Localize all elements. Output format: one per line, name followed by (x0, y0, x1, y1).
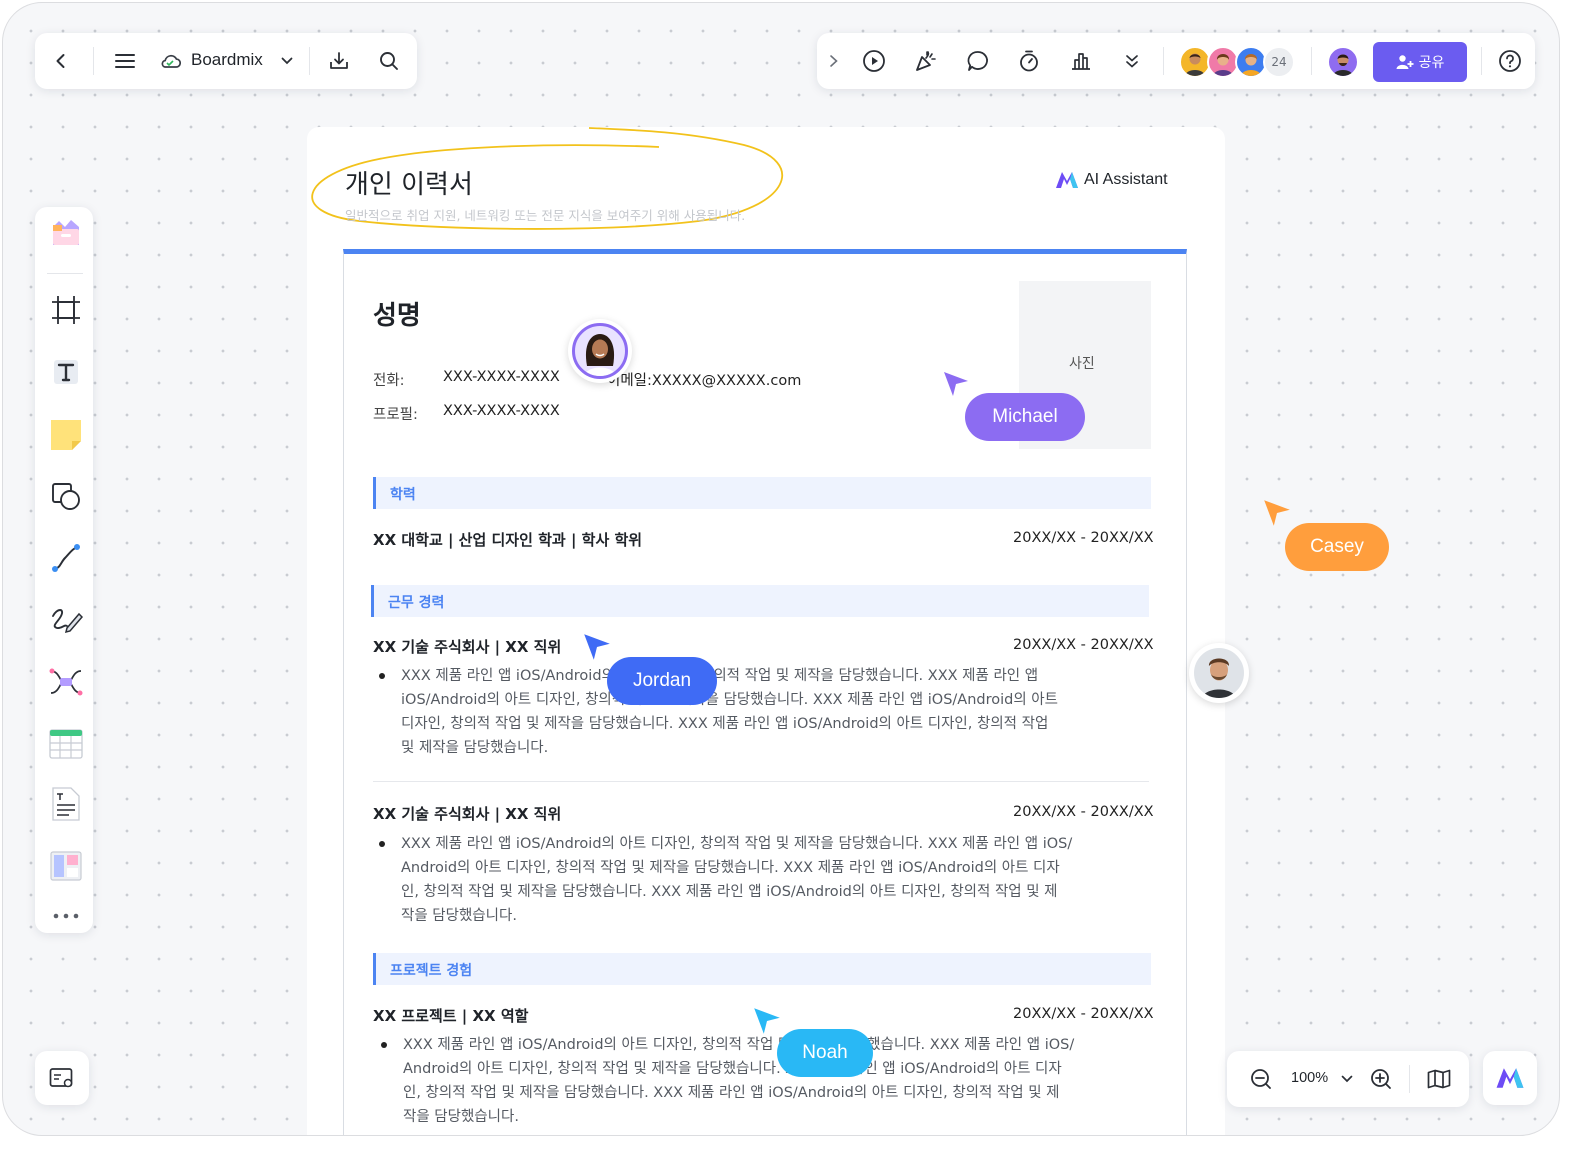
section-project[interactable]: 프로젝트 경험 (373, 953, 1151, 985)
section-education[interactable]: 학력 (373, 477, 1151, 509)
chevron-down-icon[interactable] (1339, 1071, 1355, 1087)
profile-value[interactable]: XXX-XXXX-XXXX (443, 403, 560, 419)
back-icon[interactable] (45, 45, 77, 77)
project1-description[interactable]: XXX 제품 라인 앱 iOS/Android의 아트 디자인, 창의적 작업 … (403, 1033, 1145, 1129)
email-value[interactable]: 이메일:XXXXX@XXXXX.com (607, 369, 801, 390)
share-label: 공유 (1418, 55, 1445, 71)
cursor-arrow-icon (584, 634, 610, 660)
current-user-avatar[interactable] (1327, 46, 1359, 78)
play-icon[interactable] (859, 46, 889, 76)
doc-title[interactable]: 개인 이력서 (345, 164, 473, 201)
collaborator-label-jordan: Jordan (607, 657, 717, 705)
work2-date: 20XX/XX - 20XX/XX (1013, 804, 1154, 820)
text-icon[interactable] (47, 353, 85, 391)
text-line: 및 제작을 담당했습니다. (401, 740, 549, 756)
collaborator-label-michael: Michael (965, 393, 1085, 441)
zoom-in-icon[interactable] (1367, 1065, 1395, 1093)
text-line: Android의 아트 디자인, 창의적 작업 및 제작을 담당했습니다. XX… (403, 1061, 1062, 1077)
work1-title[interactable]: XX 기술 주식회사 | XX 직위 (373, 636, 561, 657)
text-line: Android의 아트 디자인, 창의적 작업 및 제작을 담당했습니다. XX… (401, 860, 1060, 876)
work1-date: 20XX/XX - 20XX/XX (1013, 637, 1154, 653)
section-work-title: 근무 경력 (388, 595, 445, 611)
ai-button[interactable] (1483, 1051, 1537, 1105)
work1-description[interactable]: XXX 제품 라인 앱 iOS/Android의 아트 디자인, 창의적 작업 … (401, 664, 1143, 760)
document-icon[interactable] (47, 785, 85, 823)
comment-icon[interactable] (963, 46, 993, 76)
shape-icon[interactable] (47, 477, 85, 515)
table-icon[interactable] (47, 725, 85, 763)
phone-label: 전화: (373, 373, 405, 389)
text-line: XXX 제품 라인 앱 iOS/Android의 아트 디자인, 창의적 작업 … (401, 668, 1039, 684)
work2-title[interactable]: XX 기술 주식회사 | XX 직위 (373, 803, 561, 824)
chevron-down-icon[interactable] (279, 53, 295, 69)
ai-assistant-button[interactable]: AI Assistant (1055, 167, 1168, 193)
doc-subtitle: 일반적으로 취업 지원, 네트워킹 또는 전문 지식을 보여주기 위해 사용됩니… (345, 208, 746, 223)
help-icon[interactable] (1495, 46, 1525, 76)
zoom-level[interactable]: 100% (1291, 1070, 1328, 1086)
bullet (381, 1042, 387, 1048)
ai-logo-icon (1496, 1068, 1524, 1088)
zoom-panel: 100% (1227, 1051, 1469, 1107)
work2-description[interactable]: XXX 제품 라인 앱 iOS/Android의 아트 디자인, 창의적 작업 … (401, 832, 1143, 928)
add-user-icon (1396, 55, 1414, 69)
collaborator-label-noah: Noah (777, 1029, 873, 1077)
text-line: XXX 제품 라인 앱 iOS/Android의 아트 디자인, 창의적 작업 … (401, 836, 1073, 852)
profile-label: 프로필: (373, 407, 418, 423)
text-line: 인, 창의적 작업 및 제작을 담당했습니다. XXX 제품 라인 앱 iOS/… (401, 884, 1058, 900)
double-chevron-down-icon[interactable] (1119, 48, 1145, 74)
expand-icon[interactable] (823, 49, 845, 73)
section-project-title: 프로젝트 경험 (390, 963, 473, 979)
project1-title[interactable]: XX 프로젝트 | XX 역할 (373, 1005, 528, 1026)
frame-icon[interactable] (47, 291, 85, 329)
resume-name[interactable]: 성명 (373, 295, 421, 332)
phone-value[interactable]: XXX-XXXX-XXXX (443, 369, 560, 385)
education-date: 20XX/XX - 20XX/XX (1013, 530, 1154, 546)
app-frame: Boardmix 24 공유 개인 이력서 일반적으로 취업 지원, 네트워킹 … (2, 2, 1560, 1136)
text-line: 작을 담당했습니다. (401, 908, 517, 924)
text-line: iOS/Android의 아트 디자인, 창의적 작업 및 제작을 담당했습니다… (401, 692, 1058, 708)
ai-assistant-label: AI Assistant (1084, 171, 1168, 188)
project1-date: 20XX/XX - 20XX/XX (1013, 1006, 1154, 1022)
top-left-toolbar: Boardmix (35, 33, 417, 89)
brand-name[interactable]: Boardmix (191, 50, 263, 70)
board-settings-icon[interactable] (47, 1063, 77, 1093)
section-education-title: 학력 (390, 487, 416, 503)
collaborator-count-badge[interactable]: 24 (1263, 46, 1295, 78)
divider (373, 781, 1149, 782)
text-line: 디자인, 창의적 작업 및 제작을 담당했습니다. XXX 제품 라인 앱 iO… (401, 716, 1049, 732)
mindmap-icon[interactable] (47, 663, 85, 701)
search-icon[interactable] (373, 45, 405, 77)
layout-icon[interactable] (47, 847, 85, 885)
cursor-arrow-icon (1264, 500, 1290, 526)
cursor-arrow-icon (754, 1008, 780, 1034)
template-icon[interactable] (47, 215, 85, 253)
section-work[interactable]: 근무 경력 (371, 585, 1149, 617)
collaborator-count: 24 (1271, 55, 1287, 69)
top-right-toolbar: 24 공유 (817, 33, 1535, 89)
bullet (379, 673, 385, 679)
cursor-arrow-icon (944, 372, 968, 396)
bullet (379, 841, 385, 847)
education-title[interactable]: XX 대학교 | 산업 디자인 학과 | 학사 학위 (373, 529, 642, 550)
party-icon[interactable] (911, 46, 941, 76)
download-icon[interactable] (323, 45, 355, 77)
collaborator-avatar[interactable] (1189, 643, 1249, 703)
pen-icon[interactable] (47, 601, 85, 639)
collaborator-avatar[interactable] (568, 319, 632, 383)
menu-icon[interactable] (109, 45, 141, 77)
vote-icon[interactable] (1066, 46, 1096, 76)
sticky-note-icon[interactable] (47, 415, 85, 453)
more-tools-icon[interactable] (47, 897, 85, 935)
zoom-out-icon[interactable] (1247, 1065, 1275, 1093)
timer-icon[interactable] (1014, 46, 1044, 76)
cloud-icon (157, 49, 183, 73)
text-line: 인, 창의적 작업 및 제작을 담당했습니다. XXX 제품 라인 앱 iOS/… (403, 1085, 1060, 1101)
ai-logo-icon (1056, 172, 1078, 188)
share-button[interactable]: 공유 (1373, 42, 1467, 82)
minimap-icon[interactable] (1425, 1065, 1453, 1093)
photo-label: 사진 (1069, 356, 1095, 372)
connector-icon[interactable] (47, 539, 85, 577)
text-line: 작을 담당했습니다. (403, 1109, 519, 1125)
collaborator-label-casey: Casey (1285, 523, 1389, 571)
